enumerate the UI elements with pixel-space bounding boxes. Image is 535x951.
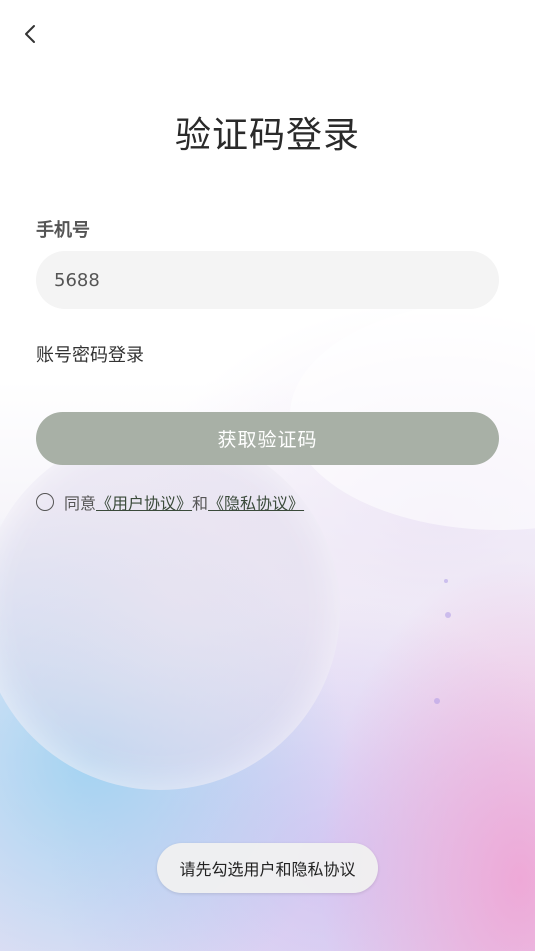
privacy-policy-link[interactable]: 《隐私协议》 (208, 490, 304, 514)
user-agreement-link[interactable]: 《用户协议》 (96, 490, 192, 514)
agreement-conjunction: 和 (192, 494, 209, 513)
background-dot (445, 612, 451, 618)
background-dot (444, 579, 448, 583)
page-title: 验证码登录 (174, 115, 360, 156)
login-screen: 验证码登录 手机号 账号密码登录 获取验证码 同意 《用户协议》 和 《隐私协议… (0, 0, 535, 951)
background-bubble (0, 430, 340, 790)
get-code-button[interactable]: 获取验证码 (36, 412, 499, 465)
back-button[interactable] (14, 18, 46, 50)
phone-label: 手机号 (36, 220, 90, 241)
password-login-link[interactable]: 账号密码登录 (36, 341, 144, 367)
agreement-prefix: 同意 (64, 494, 97, 513)
chevron-left-icon (25, 25, 35, 43)
agreement-checkbox[interactable] (36, 493, 54, 511)
toast-message: 请先勾选用户和隐私协议 (157, 843, 378, 893)
phone-input[interactable] (36, 251, 499, 309)
background-dot (434, 698, 440, 704)
agreement-row: 同意 《用户协议》 和 《隐私协议》 (36, 490, 304, 514)
